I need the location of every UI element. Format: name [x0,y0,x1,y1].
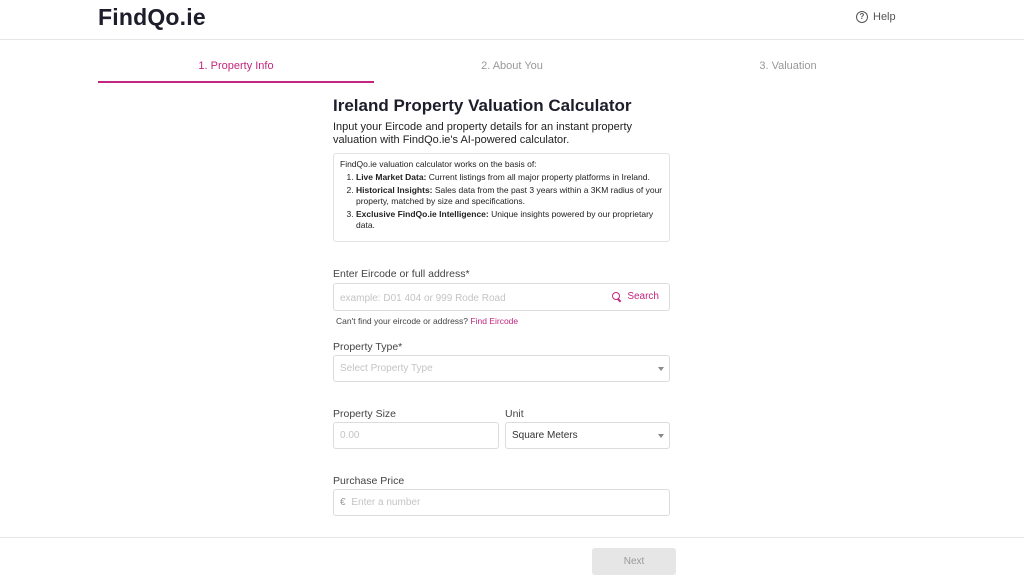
chevron-down-icon [658,434,664,438]
help-button[interactable]: ? Help [856,11,896,23]
property-type-label: Property Type* [333,341,403,353]
eircode-hint-text: Can't find your eircode or address? [336,316,469,326]
euro-icon: € [340,497,346,508]
search-icon [612,292,621,301]
page-subtitle: Input your Eircode and property details … [333,121,633,146]
eircode-field: Search [333,283,670,311]
info-item-text: Current listings from all major property… [426,172,650,182]
purchase-price-input[interactable]: € Enter a number [333,489,670,516]
info-item-live-market: Live Market Data: Current listings from … [356,172,663,183]
property-size-label: Property Size [333,408,397,420]
unit-select[interactable]: Square Meters [505,422,670,449]
property-type-placeholder: Select Property Type [340,363,433,374]
page-title: Ireland Property Valuation Calculator [333,96,632,115]
top-bar: FindQo.ie ? Help [0,0,1024,40]
eircode-hint: Can't find your eircode or address? Find… [336,316,518,326]
help-circle-icon: ? [856,11,868,23]
info-list: Live Market Data: Current listings from … [340,172,663,231]
logo[interactable]: FindQo.ie [98,4,206,31]
eircode-input[interactable] [340,290,600,306]
info-item-exclusive: Exclusive FindQo.ie Intelligence: Unique… [356,209,663,231]
purchase-price-placeholder: Enter a number [351,497,421,508]
search-button[interactable]: Search [612,291,659,302]
step-valuation[interactable]: 3. Valuation [650,56,926,83]
next-button[interactable]: Next [592,548,676,575]
unit-value: Square Meters [512,430,578,441]
info-box: FindQo.ie valuation calculator works on … [333,153,670,242]
info-item-heading: Historical Insights: [356,185,433,195]
info-item-historical: Historical Insights: Sales data from the… [356,185,663,207]
purchase-price-label: Purchase Price [333,475,405,487]
info-intro: FindQo.ie valuation calculator works on … [340,159,537,169]
step-property-info[interactable]: 1. Property Info [98,56,374,83]
help-label: Help [873,11,896,23]
find-eircode-link[interactable]: Find Eircode [470,316,518,326]
info-item-heading: Live Market Data: [356,172,427,182]
main-content: Ireland Property Valuation Calculator In… [333,96,670,242]
step-about-you[interactable]: 2. About You [374,56,650,83]
eircode-label: Enter Eircode or full address* [333,268,470,280]
footer-bar: Next [0,537,1024,576]
property-size-placeholder: 0.00 [340,430,360,441]
search-label: Search [627,291,659,302]
info-item-heading: Exclusive FindQo.ie Intelligence: [356,209,489,219]
progress-stepper: 1. Property Info 2. About You 3. Valuati… [98,56,926,84]
property-size-input[interactable]: 0.00 [333,422,499,449]
unit-label: Unit [505,408,524,420]
chevron-down-icon [658,367,664,371]
property-type-select[interactable]: Select Property Type [333,355,670,382]
